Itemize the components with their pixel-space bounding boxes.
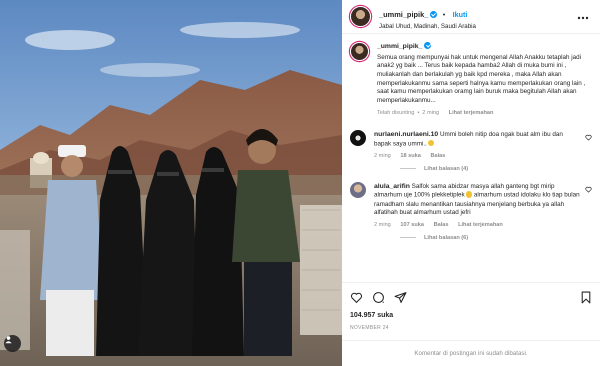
like-comment-heart-icon[interactable] <box>585 134 592 141</box>
view-replies-button[interactable]: Lihat balasan (6) <box>400 235 592 241</box>
caption-username[interactable]: _ummi_pipik_ <box>377 43 422 50</box>
see-translation-link[interactable]: Lihat terjemahan <box>458 222 503 228</box>
comment-text-block: nurlaeni.nurlaeni.10 Ummi boleh nitip do… <box>374 130 580 149</box>
post-date: NOVEMBER 24 <box>350 325 389 331</box>
comment-bubble-icon[interactable] <box>372 291 385 304</box>
post-header: _ummi_pipik_ • Ikuti Jabal Uhud, Madinah… <box>342 0 600 34</box>
caption-meta: Telah disunting • 2 ming Lihat terjemahan <box>377 110 588 116</box>
comment-item: nurlaeni.nurlaeni.10 Ummi boleh nitip do… <box>350 129 592 159</box>
comment-likes[interactable]: 18 suka <box>400 153 421 159</box>
caption-edited: Telah disunting <box>377 109 415 116</box>
view-replies-button[interactable]: Lihat balasan (4) <box>400 166 592 172</box>
post-photo[interactable] <box>0 0 342 366</box>
pray-emoji-icon <box>427 139 435 146</box>
comments-list[interactable]: _ummi_pipik_ Semua orang mempunyai hak u… <box>342 34 600 282</box>
more-options-icon[interactable] <box>574 11 592 23</box>
like-heart-icon[interactable] <box>350 291 363 304</box>
verified-badge-icon <box>430 10 438 18</box>
follow-button[interactable]: Ikuti <box>453 10 468 19</box>
author-username[interactable]: _ummi_pipik_ <box>379 10 428 19</box>
author-avatar[interactable] <box>350 6 371 27</box>
reply-button[interactable]: Balas <box>430 153 445 159</box>
post-actions: 104.957 suka NOVEMBER 24 <box>342 282 600 336</box>
caption-text-block: _ummi_pipik_ Semua orang mempunyai hak u… <box>377 42 588 106</box>
author-info: _ummi_pipik_ • Ikuti Jabal Uhud, Madinah… <box>379 3 574 31</box>
see-translation-link[interactable]: Lihat terjemahan <box>449 110 494 116</box>
share-send-icon[interactable] <box>394 291 407 304</box>
comment-time: 2 ming <box>374 152 391 159</box>
caption-author-avatar[interactable] <box>350 42 369 61</box>
caption-time: 2 ming <box>422 109 440 116</box>
post-location[interactable]: Jabal Uhud, Madinah, Saudi Arabia <box>379 23 574 31</box>
commenter-username[interactable]: nurlaeni.nurlaeni.10 <box>374 131 438 138</box>
comment-meta: 2 ming 107 suka Balas Lihat terjemahan <box>374 222 580 228</box>
comment-item: alula_arifin Salfok sama abidzar masya a… <box>350 181 592 228</box>
verified-badge-icon <box>424 42 432 49</box>
commenter-avatar[interactable] <box>350 129 366 146</box>
comments-limited-notice: Komentar di postingan ini sudah dibatasi… <box>342 340 600 366</box>
post-side-panel: _ummi_pipik_ • Ikuti Jabal Uhud, Madinah… <box>342 0 600 366</box>
commenter-username[interactable]: alula_arifin <box>374 183 410 190</box>
smile-emoji-icon <box>465 191 473 198</box>
caption-text: Semua orang mempunyai hak untuk mengenal… <box>377 53 586 105</box>
likes-count[interactable]: 104.957 suka <box>350 312 592 319</box>
comment-text-block: alula_arifin Salfok sama abidzar masya a… <box>374 182 580 218</box>
photo-scene <box>0 0 342 366</box>
comment-likes[interactable]: 107 suka <box>400 222 424 228</box>
action-icons-row <box>350 289 592 305</box>
comment-time: 2 ming <box>374 221 391 228</box>
save-bookmark-icon[interactable] <box>580 291 592 304</box>
reply-button[interactable]: Balas <box>434 222 449 228</box>
like-comment-heart-icon[interactable] <box>585 186 592 193</box>
commenter-avatar[interactable] <box>350 181 366 198</box>
comment-meta: 2 ming 18 suka Balas <box>374 153 580 159</box>
separator-dot: • <box>442 11 446 19</box>
caption-separator: • <box>417 109 420 116</box>
caption-entry: _ummi_pipik_ Semua orang mempunyai hak u… <box>350 42 592 116</box>
tagged-user-icon[interactable] <box>4 335 21 352</box>
